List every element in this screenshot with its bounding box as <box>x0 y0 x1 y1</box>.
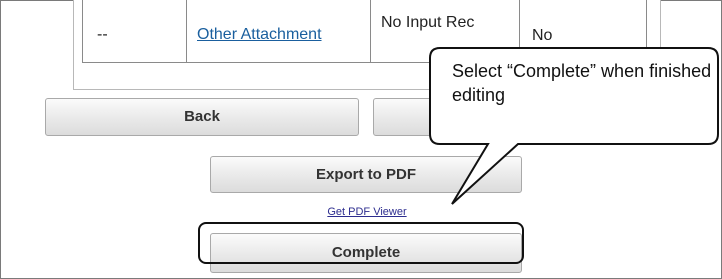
screen-frame: -- Other Attachment No Input Rec No Back… <box>0 0 722 279</box>
export-to-pdf-button[interactable]: Export to PDF <box>210 156 522 193</box>
complete-button[interactable]: Complete <box>210 233 522 273</box>
get-pdf-viewer-link[interactable]: Get PDF Viewer <box>312 206 422 218</box>
table-cell-attachment: Other Attachment <box>187 0 371 62</box>
table-cell-status: -- <box>82 0 187 62</box>
back-button[interactable]: Back <box>45 98 359 136</box>
table-row: -- Other Attachment No Input Rec No <box>82 0 647 62</box>
table-cell-no: No <box>520 0 647 62</box>
callout-text: Select “Complete” when finished editing <box>452 61 712 105</box>
other-attachment-link[interactable]: Other Attachment <box>197 26 322 44</box>
table-cell-input-required: No Input Rec <box>371 0 520 62</box>
